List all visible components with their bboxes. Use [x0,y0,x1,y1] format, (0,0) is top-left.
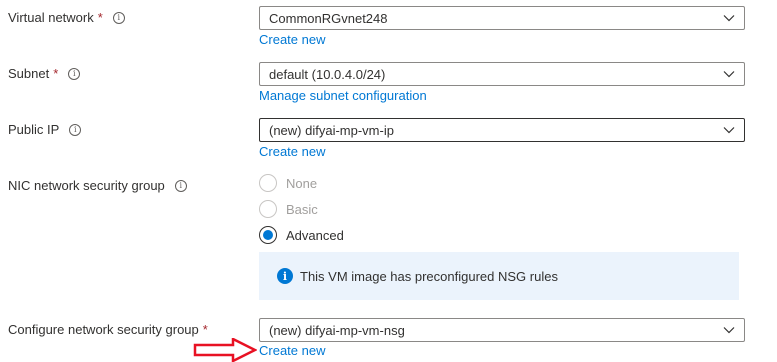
nsg-info-text: This VM image has preconfigured NSG rule… [300,268,558,284]
chevron-down-icon [714,63,744,85]
public-ip-value: (new) difyai-mp-vm-ip [269,122,394,138]
public-ip-label-text: Public IP [8,122,60,137]
radio-circle[interactable] [259,200,277,218]
radio-none[interactable]: None [259,174,317,192]
configure-nsg-label-text: Configure network security group [8,322,199,337]
subnet-value: default (10.0.4.0/24) [269,66,386,82]
manage-subnet-configuration-link[interactable]: Manage subnet configuration [259,88,427,103]
subnet-select[interactable]: default (10.0.4.0/24) [259,62,745,86]
virtual-network-label: Virtual network * i [8,10,125,25]
virtual-network-select[interactable]: CommonRGvnet248 [259,6,745,30]
required-asterisk: * [97,10,103,25]
nic-nsg-label: NIC network security group i [8,178,187,193]
subnet-label: Subnet * i [8,66,81,81]
virtual-network-label-text: Virtual network [8,10,94,25]
nic-nsg-label-text: NIC network security group [8,178,165,193]
public-ip-label: Public IP i [8,122,82,137]
configure-nsg-create-new-link[interactable]: Create new [259,343,325,358]
radio-circle[interactable] [259,174,277,192]
radio-advanced[interactable]: Advanced [259,226,344,244]
radio-basic-label: Basic [286,201,318,217]
subnet-label-text: Subnet [8,66,50,81]
radio-basic[interactable]: Basic [259,200,318,218]
info-icon[interactable]: i [174,179,187,192]
radio-advanced-label: Advanced [286,227,344,243]
required-asterisk: * [53,66,59,81]
info-filled-icon: i [277,268,293,284]
virtual-network-value: CommonRGvnet248 [269,10,388,26]
configure-nsg-label: Configure network security group * [8,322,208,337]
configure-nsg-value: (new) difyai-mp-vm-nsg [269,322,405,338]
public-ip-select[interactable]: (new) difyai-mp-vm-ip [259,118,745,142]
configure-nsg-select[interactable]: (new) difyai-mp-vm-nsg [259,318,745,342]
chevron-down-icon [714,7,744,29]
virtual-network-create-new-link[interactable]: Create new [259,32,325,47]
info-icon[interactable]: i [69,123,82,136]
required-asterisk: * [202,322,208,337]
radio-circle[interactable] [259,226,277,244]
nsg-info-message: i This VM image has preconfigured NSG ru… [259,252,739,300]
red-arrow-icon [193,338,257,362]
info-icon[interactable]: i [112,11,125,24]
radio-none-label: None [286,175,318,191]
info-icon[interactable]: i [68,67,81,80]
public-ip-create-new-link[interactable]: Create new [259,144,325,159]
chevron-down-icon [714,119,744,141]
chevron-down-icon [714,319,744,341]
